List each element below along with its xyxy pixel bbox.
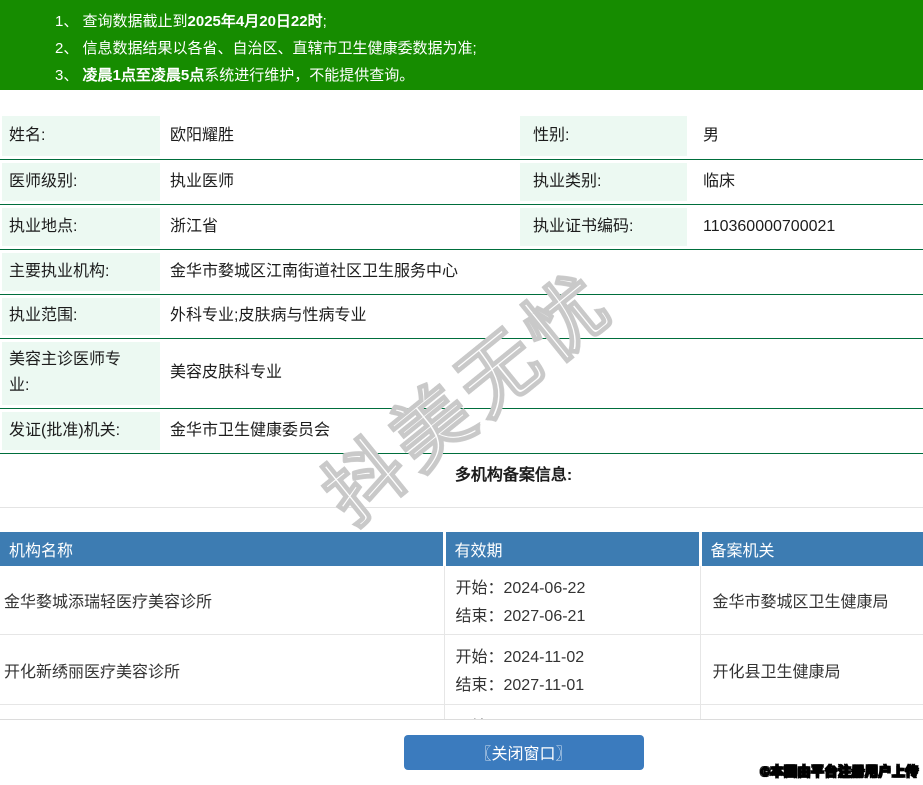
practice-scope-label: 执业范围: xyxy=(0,294,160,338)
validity-end: 结束：2027-11-01 xyxy=(456,672,700,700)
validity-cell: 开始：2024-06-22 结束：2027-06-21 xyxy=(444,566,700,635)
filing-authority-cell: 开化县卫生健康局 xyxy=(700,635,923,705)
close-window-button[interactable]: 〖关闭窗口〗 xyxy=(404,735,644,770)
table-row: 执业地点: 浙江省 执业证书编码: 110360000700021 xyxy=(0,204,923,249)
multi-org-section-title: 多机构备案信息: xyxy=(52,466,923,486)
validity-end: 结束：2027-06-21 xyxy=(456,603,700,631)
notice-3-bold: 凌晨1点至凌晨5点 xyxy=(83,67,205,84)
table-row: 开化新绣丽医疗美容诊所 开始：2024-11-02 结束：2027-11-01 … xyxy=(0,635,923,705)
notice-line-1: 1、 查询数据截止到2025年4月20日22时; xyxy=(55,8,913,35)
notice-1-suffix: ; xyxy=(323,13,327,30)
notice-3-text: 3、 xyxy=(55,67,83,84)
table-row: 姓名: 欧阳耀胜 性别: 男 xyxy=(0,113,923,159)
upload-stamp: ©本图由平台注册用户上传 xyxy=(760,761,919,780)
table-header-row: 机构名称 有效期 备案机关 xyxy=(0,532,923,566)
cosmetic-specialty-label: 美容主诊医师专业: xyxy=(0,338,160,408)
practice-category-label: 执业类别: xyxy=(518,159,687,204)
filing-authority-cell xyxy=(700,705,923,720)
notice-3-suffix: 系统进行维护，不能提供查询。 xyxy=(204,67,414,84)
practice-location-label: 执业地点: xyxy=(0,204,160,249)
notice-1-text: 1、 查询数据截止到 xyxy=(55,13,188,30)
table-row: 金华婺城添瑞轻医疗美容诊所 开始：2024-06-22 结束：2027-06-2… xyxy=(0,566,923,635)
org-name-cell: 金华婺城添瑞轻医疗美容诊所 xyxy=(0,566,444,635)
multi-org-table: 机构名称 有效期 备案机关 金华婺城添瑞轻医疗美容诊所 开始：2024-06-2… xyxy=(0,532,923,720)
table-row: 发证(批准)机关: 金华市卫生健康委员会 xyxy=(0,408,923,453)
col-header-validity: 有效期 xyxy=(444,532,700,566)
practice-scope-value: 外科专业;皮肤病与性病专业 xyxy=(160,294,923,338)
table-row: 医师级别: 执业医师 执业类别: 临床 xyxy=(0,159,923,204)
notice-line-2: 2、 信息数据结果以各省、自治区、直辖市卫生健康委数据为准; xyxy=(55,35,913,62)
validity-start: 开始：2024-11-02 xyxy=(456,644,700,672)
validity-cell: 开始：2024-11-02 结束：2027-11-01 xyxy=(444,635,700,705)
cosmetic-specialty-value: 美容皮肤科专业 xyxy=(160,338,923,408)
validity-cell: 开始：2024-12-13 xyxy=(444,705,700,720)
multi-org-table-viewport: 机构名称 有效期 备案机关 金华婺城添瑞轻医疗美容诊所 开始：2024-06-2… xyxy=(0,532,923,720)
name-label: 姓名: xyxy=(0,113,160,159)
filing-authority-cell: 金华市婺城区卫生健康局 xyxy=(700,566,923,635)
notice-2-text: 2、 信息数据结果以各省、自治区、直辖市卫生健康委数据为准; xyxy=(55,40,477,57)
issuing-authority-label: 发证(批准)机关: xyxy=(0,408,160,453)
primary-org-value: 金华市婺城区江南街道社区卫生服务中心 xyxy=(160,249,923,294)
name-value: 欧阳耀胜 xyxy=(160,113,518,159)
col-header-org-name: 机构名称 xyxy=(0,532,444,566)
gender-label: 性别: xyxy=(518,113,687,159)
doctor-level-label: 医师级别: xyxy=(0,159,160,204)
certificate-number-value: 110360000700021 xyxy=(687,204,923,249)
certificate-number-label: 执业证书编码: xyxy=(518,204,687,249)
table-row: 执业范围: 外科专业;皮肤病与性病专业 xyxy=(0,294,923,338)
col-header-filing-authority: 备案机关 xyxy=(700,532,923,566)
notice-line-3: 3、 凌晨1点至凌晨5点系统进行维护，不能提供查询。 xyxy=(55,62,913,89)
practice-location-value: 浙江省 xyxy=(160,204,518,249)
primary-org-label: 主要执业机构: xyxy=(0,249,160,294)
table-row: 主要执业机构: 金华市婺城区江南街道社区卫生服务中心 xyxy=(0,249,923,294)
doctor-level-value: 执业医师 xyxy=(160,159,518,204)
org-name-cell xyxy=(0,705,444,720)
validity-start: 开始：2024-06-22 xyxy=(456,575,700,603)
issuing-authority-value: 金华市卫生健康委员会 xyxy=(160,408,923,453)
section-divider xyxy=(0,507,923,508)
table-row-clipped: 开始：2024-12-13 xyxy=(0,705,923,720)
table-row: 美容主诊医师专业: 美容皮肤科专业 xyxy=(0,338,923,408)
validity-start: 开始：2024-12-13 xyxy=(456,714,700,720)
notice-banner: 1、 查询数据截止到2025年4月20日22时; 2、 信息数据结果以各省、自治… xyxy=(0,0,923,90)
org-name-cell: 开化新绣丽医疗美容诊所 xyxy=(0,635,444,705)
gender-value: 男 xyxy=(687,113,923,159)
practitioner-info-table: 姓名: 欧阳耀胜 性别: 男 医师级别: 执业医师 执业类别: 临床 执业地点:… xyxy=(0,113,923,454)
notice-1-bold: 2025年4月20日22时 xyxy=(188,13,323,30)
practice-category-value: 临床 xyxy=(687,159,923,204)
query-result-window: 1、 查询数据截止到2025年4月20日22时; 2、 信息数据结果以各省、自治… xyxy=(0,0,923,785)
